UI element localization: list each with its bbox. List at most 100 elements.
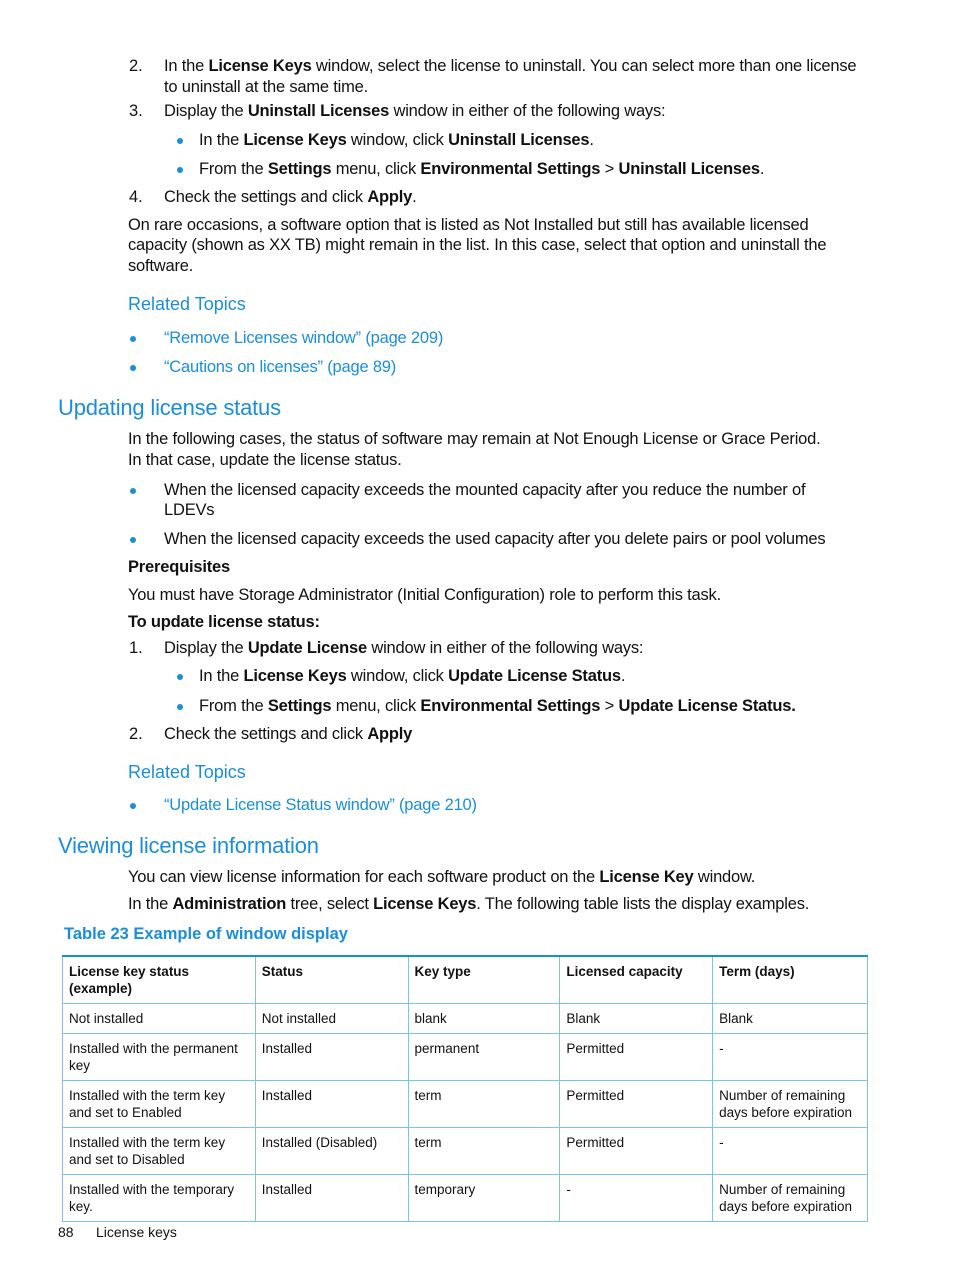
bullet-icon xyxy=(177,704,183,710)
text: You can view license information for eac… xyxy=(128,868,600,886)
column-header: Licensed capacity xyxy=(559,955,714,1004)
step-number: 4. xyxy=(129,188,143,206)
step-text: Check the settings and click Apply xyxy=(164,724,412,744)
text: In the xyxy=(199,667,244,685)
table-cell: Not installed xyxy=(254,1003,409,1034)
case-line: When the licensed capacity exceeds the u… xyxy=(164,530,826,548)
step-text: Display the Update License window in eit… xyxy=(164,638,643,658)
related-topics-heading: Related Topics xyxy=(128,762,246,782)
text: > xyxy=(600,697,619,715)
text: From the xyxy=(199,697,268,715)
case-line: When the licensed capacity exceeds the m… xyxy=(164,481,806,499)
ui-term: Uninstall Licenses xyxy=(247,102,390,120)
text: . xyxy=(412,188,417,206)
table-cell: Not installed xyxy=(62,1003,256,1034)
column-header: Status xyxy=(254,955,409,1004)
ui-term: Settings xyxy=(267,697,332,715)
text: From the xyxy=(199,160,268,178)
table-row: Installed with the temporary key. Instal… xyxy=(62,1174,868,1222)
substep-text: From the Settings menu, click Environmen… xyxy=(199,696,796,716)
step-number: 2. xyxy=(129,57,143,75)
step-number: 1. xyxy=(129,639,143,657)
text: . xyxy=(589,131,594,149)
ui-term: Update License Status. xyxy=(618,697,796,715)
text: . xyxy=(620,667,626,685)
table-cell: term xyxy=(407,1127,561,1175)
step-text-cont: to uninstall at the same time. xyxy=(164,78,369,96)
footer-section-title: License keys xyxy=(96,1224,177,1240)
step-text: In the License Keys window, select the l… xyxy=(164,56,857,76)
table-cell: Installed xyxy=(254,1080,409,1128)
page-number: 88 xyxy=(58,1224,74,1240)
table-cell: Installed (Disabled) xyxy=(254,1127,409,1175)
ui-term: Settings xyxy=(267,160,332,178)
text: window, click xyxy=(346,131,449,149)
body-line: In the Administration tree, select Licen… xyxy=(128,894,809,914)
text: In the xyxy=(164,57,209,75)
ui-term: Update License Status xyxy=(448,667,621,685)
bullet-icon xyxy=(130,803,136,809)
table-cell: Number of remaining days before expirati… xyxy=(712,1174,868,1222)
link-cautions-on-licenses[interactable]: “Cautions on licenses” (page 89) xyxy=(164,357,396,377)
text: > xyxy=(600,160,619,178)
table-caption: Table 23 Example of window display xyxy=(64,925,348,943)
table-row: Installed with the permanent key Install… xyxy=(62,1033,868,1081)
substep-text: In the License Keys window, click Uninst… xyxy=(199,130,594,150)
text: window, select the license to uninstall.… xyxy=(311,57,857,75)
table-cell: Permitted xyxy=(559,1127,714,1175)
table-cell: temporary xyxy=(407,1174,561,1222)
table-cell: Installed xyxy=(254,1174,409,1222)
text: window. xyxy=(693,868,756,886)
step-text: Display the Uninstall Licenses window in… xyxy=(164,101,666,121)
link-remove-licenses-window[interactable]: “Remove Licenses window” (page 209) xyxy=(164,328,443,348)
text: tree, select xyxy=(286,895,374,913)
intro-line: In that case, update the license status. xyxy=(128,451,402,469)
step-number: 3. xyxy=(129,102,143,120)
bullet-icon xyxy=(130,336,136,342)
text: In the xyxy=(199,131,244,149)
table-header-row: License key status (example) Status Key … xyxy=(62,955,868,1004)
bullet-icon xyxy=(130,537,136,543)
bullet-icon xyxy=(177,167,183,173)
table-cell: Installed with the permanent key xyxy=(62,1033,256,1081)
intro-line: In the following cases, the status of so… xyxy=(128,430,821,448)
substep-text: In the License Keys window, click Update… xyxy=(199,666,625,686)
table-cell: Blank xyxy=(712,1003,868,1034)
table-cell: Number of remaining days before expirati… xyxy=(712,1080,868,1128)
table-cell: Installed with the temporary key. xyxy=(62,1174,256,1222)
table-cell: permanent xyxy=(407,1033,561,1081)
body-line: You can view license information for eac… xyxy=(128,867,755,887)
ui-term: Update License xyxy=(247,639,367,657)
table-cell: term xyxy=(407,1080,561,1128)
text: . xyxy=(759,160,765,178)
related-topics-heading: Related Topics xyxy=(128,294,246,314)
table-cell: - xyxy=(712,1127,868,1175)
license-display-table: License key status (example) Status Key … xyxy=(62,955,868,1222)
text: window in either of the following ways: xyxy=(366,639,644,657)
ui-term: Apply xyxy=(367,188,413,206)
bullet-icon xyxy=(130,488,136,494)
link-update-license-status-window[interactable]: “Update License Status window” (page 210… xyxy=(164,795,477,815)
ui-term: License Keys xyxy=(208,57,312,75)
ui-term: Administration xyxy=(172,895,287,913)
procedure-heading: To update license status: xyxy=(128,613,320,631)
text: Check the settings and click xyxy=(164,725,368,743)
ui-term: Uninstall Licenses xyxy=(618,160,760,178)
ui-term: License Keys xyxy=(373,895,477,913)
column-header: Key type xyxy=(407,955,561,1004)
table-row: Not installed Not installed blank Blank … xyxy=(62,1003,868,1034)
text: Check the settings and click xyxy=(164,188,368,206)
table-cell: Installed with the term key and set to D… xyxy=(62,1127,256,1175)
note-line: On rare occasions, a software option tha… xyxy=(128,216,809,234)
case-line: LDEVs xyxy=(164,501,215,519)
table-cell: Permitted xyxy=(559,1080,714,1128)
prerequisites-heading: Prerequisites xyxy=(128,558,230,576)
text: window in either of the following ways: xyxy=(389,102,666,120)
table-cell: Installed with the term key and set to E… xyxy=(62,1080,256,1128)
substep-text: From the Settings menu, click Environmen… xyxy=(199,159,764,179)
ui-term: Uninstall Licenses xyxy=(448,131,590,149)
text: Display the xyxy=(164,102,248,120)
table-row: Installed with the term key and set to D… xyxy=(62,1127,868,1175)
bullet-icon xyxy=(177,674,183,680)
table-cell: - xyxy=(712,1033,868,1081)
